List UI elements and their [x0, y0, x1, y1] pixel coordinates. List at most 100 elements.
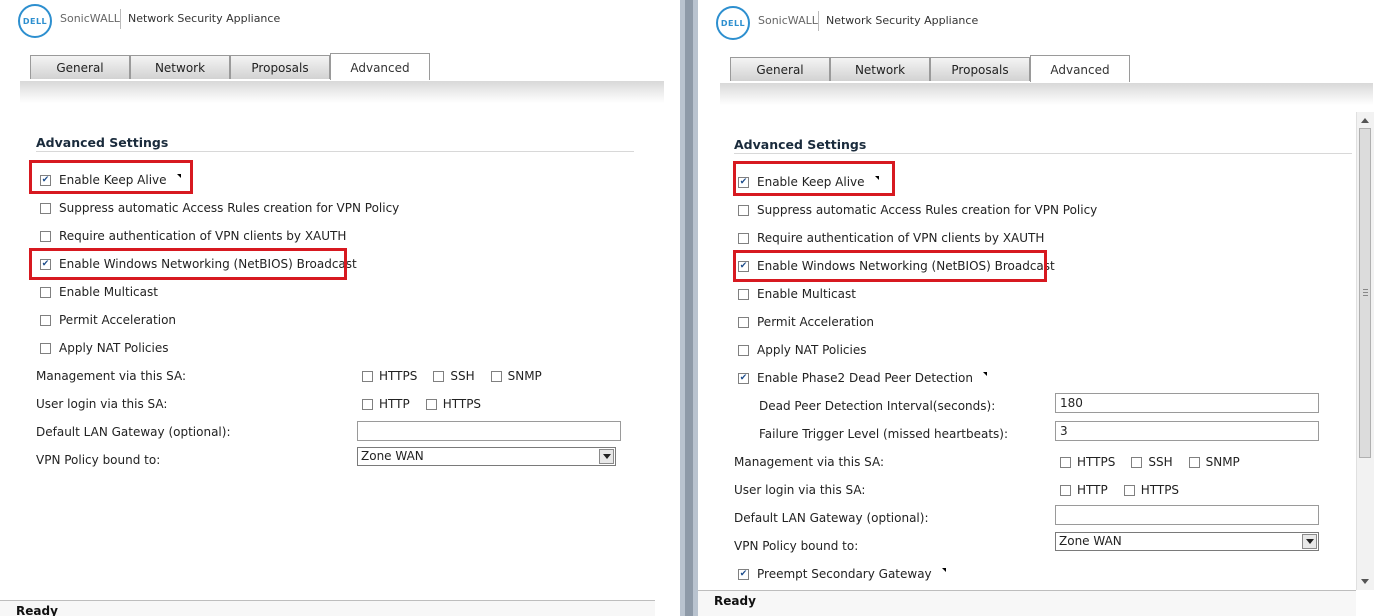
xauth-checkbox[interactable] [738, 232, 749, 244]
multicast-row: Enable Multicast [738, 287, 856, 301]
mgmt-https-checkbox[interactable] [362, 370, 373, 382]
acceleration-row: Permit Acceleration [40, 313, 176, 327]
scroll-down-icon[interactable] [1361, 579, 1369, 584]
vpn-zone-select[interactable]: Zone WAN [357, 447, 616, 466]
grip-icon [1363, 289, 1368, 296]
tab-proposals[interactable]: Proposals [930, 57, 1030, 81]
multicast-label: Enable Multicast [757, 287, 856, 301]
highlight-box [733, 161, 895, 196]
dpd-interval-label: Dead Peer Detection Interval(seconds): [759, 399, 996, 413]
mgmt-ssh-checkbox[interactable] [433, 370, 445, 382]
mgmt-snmp-checkbox[interactable] [490, 370, 502, 382]
status-text: Ready [16, 604, 58, 616]
login-https-checkbox[interactable] [425, 398, 437, 410]
dpd-interval-input[interactable]: 180 [1055, 393, 1319, 413]
acceleration-label: Permit Acceleration [59, 313, 177, 327]
login-http-label: HTTP [1077, 483, 1108, 497]
app-name: Network Security Appliance [826, 14, 979, 27]
mgmt-ssh-label: SSH [450, 369, 475, 383]
dell-logo: DELL [716, 6, 750, 40]
lan-gateway-input[interactable] [1055, 505, 1319, 525]
xauth-label: Require authentication of VPN clients by… [59, 229, 347, 243]
highlight-box [29, 248, 347, 280]
suppress-label: Suppress automatic Access Rules creation… [59, 201, 400, 215]
mgmt-ssh-checkbox[interactable] [1131, 456, 1143, 468]
left-panel: DELL SonicWALL Network Security Applianc… [0, 0, 680, 616]
failure-trigger-label: Failure Trigger Level (missed heartbeats… [759, 427, 1009, 441]
management-options: HTTPS SSH SNMP [362, 369, 558, 383]
mgmt-snmp-label: SNMP [507, 369, 542, 383]
nat-checkbox[interactable] [40, 342, 51, 354]
multicast-checkbox[interactable] [738, 288, 749, 300]
vpn-zone-select[interactable]: Zone WAN [1055, 532, 1319, 551]
vpn-bound-label: VPN Policy bound to: [734, 539, 859, 553]
nat-row: Apply NAT Policies [40, 341, 168, 355]
dell-logo: DELL [18, 4, 52, 38]
login-http-label: HTTP [379, 397, 410, 411]
nat-label: Apply NAT Policies [757, 343, 867, 357]
vertical-scrollbar[interactable] [1356, 112, 1374, 590]
phase2-dpd-checkbox[interactable]: ✔ [738, 372, 749, 384]
status-text: Ready [714, 594, 756, 608]
product-name: SonicWALL [758, 14, 818, 27]
scroll-up-icon[interactable] [1361, 118, 1369, 123]
tab-advanced[interactable]: Advanced [330, 53, 430, 80]
tab-bar: General Network Proposals Advanced [30, 53, 430, 80]
multicast-label: Enable Multicast [59, 285, 158, 299]
phase2-dpd-label: Enable Phase2 Dead Peer Detection [757, 371, 973, 385]
tab-network[interactable]: Network [830, 57, 930, 81]
product-name: SonicWALL [60, 12, 120, 25]
highlight-box [29, 160, 193, 194]
mgmt-https-checkbox[interactable] [1060, 456, 1071, 468]
xauth-label: Require authentication of VPN clients by… [757, 231, 1045, 245]
acceleration-checkbox[interactable] [40, 314, 51, 326]
tab-proposals[interactable]: Proposals [230, 55, 330, 79]
mgmt-https-label: HTTPS [1077, 455, 1116, 469]
dropdown-arrow-icon[interactable] [599, 449, 614, 464]
section-divider [734, 153, 1352, 154]
preempt-checkbox[interactable]: ✔ [738, 568, 749, 580]
user-login-options: HTTP HTTPS [1060, 483, 1195, 497]
mgmt-snmp-checkbox[interactable] [1188, 456, 1200, 468]
tab-general[interactable]: General [30, 55, 130, 79]
section-divider [36, 151, 634, 152]
status-bar: Ready [698, 590, 1356, 616]
suppress-row: Suppress automatic Access Rules creation… [738, 203, 1097, 217]
tab-network[interactable]: Network [130, 55, 230, 79]
mgmt-https-label: HTTPS [379, 369, 418, 383]
vpn-bound-label: VPN Policy bound to: [36, 453, 161, 467]
tab-advanced[interactable]: Advanced [1030, 55, 1130, 82]
user-login-options: HTTP HTTPS [362, 397, 497, 411]
login-https-checkbox[interactable] [1123, 484, 1135, 496]
multicast-row: Enable Multicast [40, 285, 158, 299]
lan-gateway-input[interactable] [357, 421, 621, 441]
management-label: Management via this SA: [734, 455, 885, 469]
suppress-checkbox[interactable] [738, 204, 749, 216]
status-bar: Ready [0, 600, 655, 616]
suppress-row: Suppress automatic Access Rules creation… [40, 201, 399, 215]
acceleration-checkbox[interactable] [738, 316, 749, 328]
mgmt-snmp-label: SNMP [1205, 455, 1240, 469]
failure-trigger-input[interactable]: 3 [1055, 421, 1319, 441]
management-options: HTTPS SSH SNMP [1060, 455, 1256, 469]
management-label: Management via this SA: [36, 369, 187, 383]
login-http-checkbox[interactable] [362, 398, 373, 410]
multicast-checkbox[interactable] [40, 286, 51, 298]
tooltip-marker-icon[interactable] [941, 568, 946, 572]
xauth-checkbox[interactable] [40, 230, 51, 242]
acceleration-label: Permit Acceleration [757, 315, 875, 329]
brand-divider [818, 11, 819, 31]
dropdown-arrow-icon[interactable] [1302, 534, 1317, 549]
tab-general[interactable]: General [730, 57, 830, 81]
suppress-checkbox[interactable] [40, 202, 51, 214]
preempt-row: ✔ Preempt Secondary Gateway [738, 567, 946, 581]
scroll-thumb[interactable] [1359, 128, 1371, 458]
login-http-checkbox[interactable] [1060, 484, 1071, 496]
phase2-dpd-row: ✔ Enable Phase2 Dead Peer Detection [738, 371, 987, 385]
right-panel: DELL SonicWALL Network Security Applianc… [698, 0, 1375, 616]
user-login-label: User login via this SA: [734, 483, 866, 497]
nat-checkbox[interactable] [738, 344, 749, 356]
tooltip-marker-icon[interactable] [983, 372, 987, 376]
nat-row: Apply NAT Policies [738, 343, 866, 357]
section-title: Advanced Settings [36, 135, 169, 150]
